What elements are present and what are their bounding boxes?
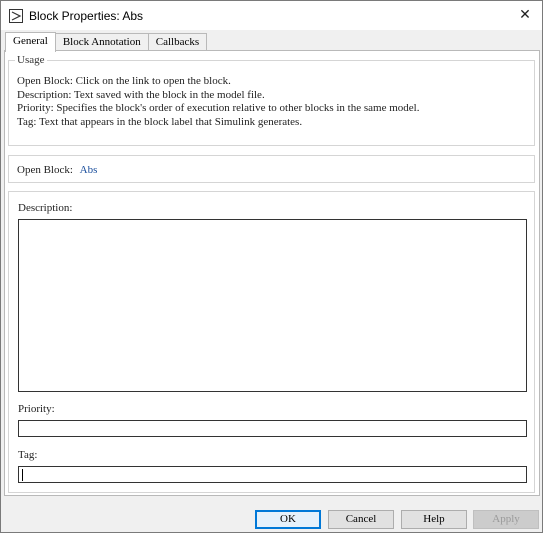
window-title: Block Properties: Abs bbox=[29, 8, 144, 23]
tag-input[interactable] bbox=[18, 466, 527, 483]
title-bar: Block Properties: Abs ✕ bbox=[1, 1, 542, 30]
usage-line-description: Description: Text saved with the block i… bbox=[17, 88, 265, 101]
open-block-link[interactable]: Abs bbox=[80, 164, 98, 176]
apply-button: Apply bbox=[473, 510, 539, 529]
open-block-group: Open Block: Abs bbox=[8, 155, 535, 183]
general-tab-panel: Usage Open Block: Click on the link to o… bbox=[4, 50, 540, 496]
description-label: Description: bbox=[18, 202, 73, 214]
simulink-block-icon bbox=[9, 8, 23, 23]
usage-legend: Usage bbox=[15, 54, 47, 66]
open-block-label: Open Block: bbox=[17, 164, 73, 176]
priority-input[interactable] bbox=[18, 420, 527, 437]
properties-form: Description: Priority: Tag: bbox=[8, 191, 535, 493]
usage-text: Open Block: Click on the link to open th… bbox=[17, 75, 532, 129]
close-icon[interactable]: ✕ bbox=[512, 3, 538, 27]
tab-block-annotation[interactable]: Block Annotation bbox=[54, 33, 149, 51]
cancel-button[interactable]: Cancel bbox=[328, 510, 394, 529]
help-button[interactable]: Help bbox=[401, 510, 467, 529]
usage-line-open-block: Open Block: Click on the link to open th… bbox=[17, 75, 231, 87]
open-block-row: Open Block: Abs bbox=[17, 164, 97, 176]
block-properties-dialog: Block Properties: Abs ✕ General Block An… bbox=[0, 0, 543, 533]
priority-label: Priority: bbox=[18, 403, 55, 415]
usage-line-priority: Priority: Specifies the block's order of… bbox=[17, 102, 420, 114]
tag-label: Tag: bbox=[18, 449, 38, 461]
text-caret bbox=[22, 469, 23, 481]
tab-callbacks[interactable]: Callbacks bbox=[147, 33, 208, 51]
tab-strip: General Block Annotation Callbacks bbox=[5, 32, 208, 52]
usage-group: Usage Open Block: Click on the link to o… bbox=[8, 54, 535, 146]
tab-general[interactable]: General bbox=[5, 32, 56, 52]
ok-button[interactable]: OK bbox=[255, 510, 321, 529]
usage-line-tag: Tag: Text that appears in the block labe… bbox=[17, 115, 303, 128]
description-textarea[interactable] bbox=[18, 219, 527, 392]
